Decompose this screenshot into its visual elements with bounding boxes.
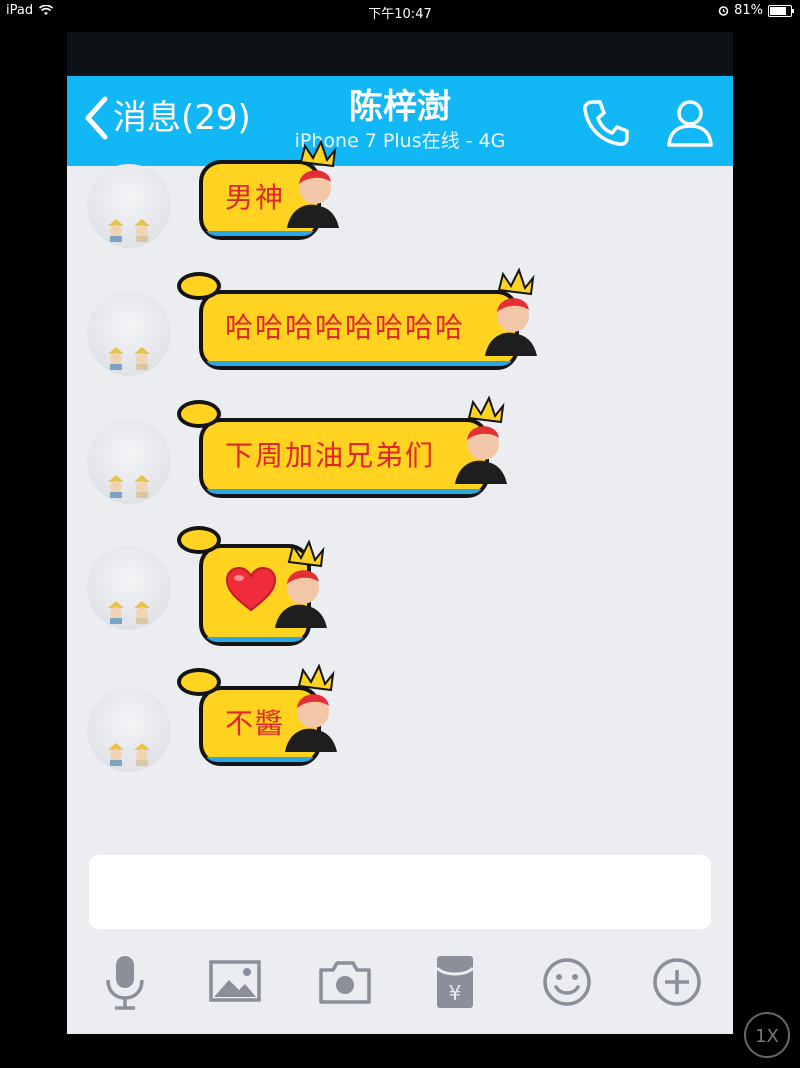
- microphone-icon: [106, 956, 144, 1010]
- sticker-decoration-icon: [455, 395, 507, 484]
- sticker-decoration-icon: [485, 267, 537, 356]
- kid-icon: [108, 347, 124, 370]
- back-label: 消息(29): [113, 98, 251, 138]
- clock: 下午10:47: [368, 7, 432, 22]
- bubble-tail: [177, 400, 221, 428]
- avatar[interactable]: [87, 420, 171, 504]
- avatar[interactable]: [87, 546, 171, 630]
- phone-status-bar: [67, 32, 733, 76]
- battery-percent: 81%: [734, 3, 763, 18]
- kid-icon: [108, 743, 124, 766]
- kid-icon: [134, 743, 150, 766]
- status-right: 81%: [718, 3, 794, 18]
- call-button[interactable]: [579, 96, 633, 154]
- message-text: 不醬: [225, 707, 286, 740]
- message-row: 不醬: [67, 663, 733, 788]
- sticker-decoration-icon: [275, 539, 327, 628]
- bubble-tail: [177, 526, 221, 554]
- message-bubble[interactable]: 下周加油兄弟们: [177, 400, 489, 498]
- message-text: 男神: [225, 181, 286, 214]
- kid-icon: [134, 219, 150, 242]
- person-icon: [667, 100, 713, 147]
- bubble-tail: [177, 272, 221, 300]
- message-row: 男神: [67, 139, 733, 264]
- red-packet-button[interactable]: ¥: [425, 952, 485, 1012]
- back-button[interactable]: 消息(29): [83, 96, 251, 140]
- sticker-decoration-icon: [287, 139, 339, 228]
- battery-icon: [768, 4, 794, 17]
- red-packet-icon: ¥: [435, 956, 475, 1008]
- profile-button[interactable]: [663, 96, 717, 154]
- ipad-status-bar: iPad 下午10:47 81%: [0, 0, 800, 22]
- kid-icon: [108, 475, 124, 498]
- message-text: 哈哈哈哈哈哈哈哈: [225, 311, 466, 344]
- image-button[interactable]: [205, 952, 265, 1012]
- image-icon: [209, 960, 261, 1002]
- message-row: 下周加油兄弟们: [67, 395, 733, 520]
- message-bubble[interactable]: 哈哈哈哈哈哈哈哈: [177, 272, 519, 370]
- svg-text:¥: ¥: [449, 981, 462, 1005]
- battery-fill: [770, 6, 787, 15]
- bubble-wave: [203, 352, 515, 366]
- kid-icon: [108, 219, 124, 242]
- message-row: [67, 526, 733, 646]
- plus-icon: [653, 958, 701, 1006]
- input-toolbar: ¥: [67, 952, 733, 1022]
- avatar[interactable]: [87, 164, 171, 248]
- bubble-wave: [203, 480, 485, 494]
- chevron-left-icon: [85, 96, 108, 140]
- phone-icon: [583, 100, 629, 146]
- camera-icon: [319, 961, 371, 1004]
- emoji-button[interactable]: [537, 952, 597, 1012]
- more-button[interactable]: [647, 952, 707, 1012]
- kid-icon: [108, 601, 124, 624]
- message-row: 哈哈哈哈哈哈哈哈: [67, 267, 733, 392]
- phone-screen: 消息(29) 陈梓澍 iPhone 7 Plus在线 - 4G 男神 哈哈哈哈哈…: [67, 32, 733, 1034]
- avatar[interactable]: [87, 688, 171, 772]
- chat-header: 消息(29) 陈梓澍 iPhone 7 Plus在线 - 4G: [67, 76, 733, 166]
- bubble-tail: [177, 668, 221, 696]
- kid-icon: [134, 601, 150, 624]
- alarm-icon: [718, 6, 729, 16]
- avatar[interactable]: [87, 292, 171, 376]
- message-text: 下周加油兄弟们: [225, 439, 436, 472]
- emoji-icon: [543, 958, 591, 1006]
- camera-button[interactable]: [315, 952, 375, 1012]
- kid-icon: [134, 475, 150, 498]
- sticker-decoration-icon: [285, 663, 337, 752]
- voice-button[interactable]: [95, 952, 155, 1012]
- zoom-toggle-button[interactable]: 1X: [744, 1012, 790, 1058]
- kid-icon: [134, 347, 150, 370]
- message-input[interactable]: [89, 855, 711, 929]
